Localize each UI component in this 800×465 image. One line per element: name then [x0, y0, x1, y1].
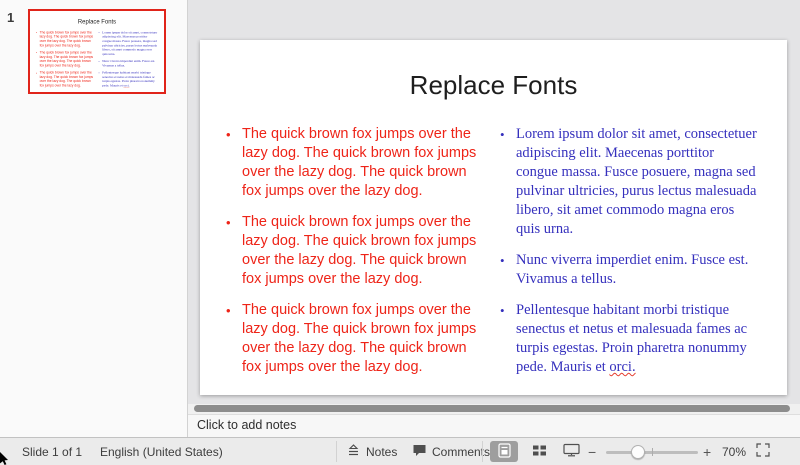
notes-pane[interactable]: Click to add notes — [188, 414, 800, 437]
status-divider — [336, 441, 337, 462]
slide-counter: Slide 1 of 1 — [22, 444, 83, 459]
bullet-item: • The quick brown fox jumps over the laz… — [226, 301, 480, 377]
bullet-marker: • — [500, 253, 505, 268]
slideshow-icon — [562, 443, 580, 460]
bullet-item: • The quick brown fox jumps over the laz… — [226, 213, 480, 289]
zoom-slider-handle[interactable] — [631, 445, 645, 459]
thumb-bullet-item: • Nunc viverra imperdiet enim. Fusce est… — [98, 59, 157, 68]
notes-placeholder[interactable]: Click to add notes — [197, 418, 296, 432]
thumb-slide-title: Replace Fonts — [77, 17, 117, 25]
thumb-bullet-text: The quick brown fox jumps over the lazy … — [39, 30, 94, 48]
left-text-box[interactable]: • The quick brown fox jumps over the laz… — [226, 125, 480, 389]
slide-thumbnail[interactable]: Replace Fonts • The quick brown fox jump… — [28, 9, 166, 94]
bullet-text: The quick brown fox jumps over the lazy … — [242, 302, 477, 375]
slide-title[interactable]: Replace Fonts — [200, 70, 787, 101]
thumb-bullet-item: • The quick brown fox jumps over the laz… — [36, 50, 94, 68]
misspelled-word: orci. — [609, 359, 636, 375]
zoom-level[interactable]: 70% — [722, 438, 746, 465]
notes-icon — [346, 443, 361, 460]
horizontal-scrollbar[interactable] — [188, 404, 800, 414]
thumb-bullet-item: • The quick brown fox jumps over the laz… — [36, 71, 94, 88]
status-bar: Slide 1 of 1 English (United States) Not… — [0, 437, 800, 465]
bullet-item: • Nunc viverra imperdiet enim. Fusce est… — [500, 251, 758, 289]
fit-to-window-button[interactable] — [756, 438, 770, 465]
thumb-misspelled-word: orci. — [123, 83, 130, 88]
thumb-bullet-text: Nunc viverra imperdiet enim. Fusce est. … — [102, 59, 156, 68]
slide-sorter-view-button[interactable] — [526, 438, 552, 465]
thumb-bullet-text: Lorem ipsum dolor sit amet, consectetuer… — [102, 30, 158, 56]
bullet-marker: • — [500, 127, 505, 142]
comments-button[interactable]: Comments — [412, 438, 490, 465]
language-indicator[interactable]: English (United States) — [100, 438, 223, 465]
normal-view-icon — [497, 442, 511, 461]
slide-thumbnail-panel: 1 Replace Fonts • The quick brown fox ju… — [0, 0, 188, 437]
bullet-text: Lorem ipsum dolor sit amet, consectetuer… — [516, 126, 757, 237]
bullet-text: Nunc viverra imperdiet enim. Fusce est. … — [516, 252, 749, 287]
mouse-cursor — [0, 452, 9, 465]
bullet-text: The quick brown fox jumps over the lazy … — [242, 214, 477, 287]
bullet-marker: • — [226, 215, 231, 230]
notes-button-label: Notes — [366, 444, 398, 459]
thumb-bullet-text: Pellentesque habitant morbi tristique se… — [102, 71, 157, 88]
thumb-left-text-box: • The quick brown fox jumps over the laz… — [36, 30, 94, 90]
bullet-text: Pellentesque habitant morbi tristique se… — [516, 301, 758, 377]
slide-thumbnail-preview: Replace Fonts • The quick brown fox jump… — [30, 11, 164, 92]
notes-toggle-button[interactable]: Notes — [346, 438, 397, 465]
thumb-bullet-item: • Pellentesque habitant morbi tristique … — [98, 71, 157, 88]
thumb-bullet-item: • The quick brown fox jumps over the laz… — [36, 30, 94, 48]
bullet-item: • Pellentesque habitant morbi tristique … — [500, 301, 758, 377]
thumb-slide-preview: Replace Fonts • The quick brown fox jump… — [30, 11, 164, 92]
right-text-box[interactable]: • Lorem ipsum dolor sit amet, consectetu… — [500, 125, 758, 389]
presentation-window: 1 Replace Fonts • The quick brown fox ju… — [0, 0, 800, 465]
bullet-marker: • — [226, 303, 231, 318]
zoom-slider-midpoint-tick — [652, 448, 653, 456]
comments-icon — [412, 444, 427, 460]
fit-to-window-icon — [756, 443, 770, 460]
thumb-bullet-text: The quick brown fox jumps over the lazy … — [39, 50, 94, 68]
slide-number: 1 — [7, 10, 15, 25]
bullet-marker: • — [226, 127, 231, 142]
bullet-item: • Lorem ipsum dolor sit amet, consectetu… — [500, 125, 758, 239]
status-divider — [482, 441, 483, 462]
zoom-out-button[interactable]: − — [588, 438, 596, 465]
thumb-right-text-box: • Lorem ipsum dolor sit amet, consectetu… — [98, 30, 157, 90]
bullet-item: • The quick brown fox jumps over the laz… — [226, 125, 480, 201]
thumb-bullet-text: The quick brown fox jumps over the lazy … — [39, 70, 94, 88]
normal-view-button[interactable] — [490, 441, 518, 462]
bullet-marker: • — [500, 303, 505, 318]
slide-sorter-icon — [532, 444, 547, 460]
horizontal-scrollbar-thumb[interactable] — [194, 405, 790, 412]
slide-canvas: Replace Fonts • The quick brown fox jump… — [188, 0, 800, 404]
bullet-text: The quick brown fox jumps over the lazy … — [242, 126, 477, 199]
zoom-in-button[interactable]: + — [703, 438, 711, 465]
thumb-bullet-item: • Lorem ipsum dolor sit amet, consectetu… — [98, 30, 157, 56]
slide-editor[interactable]: Replace Fonts • The quick brown fox jump… — [200, 40, 787, 395]
slideshow-button[interactable] — [558, 438, 584, 465]
